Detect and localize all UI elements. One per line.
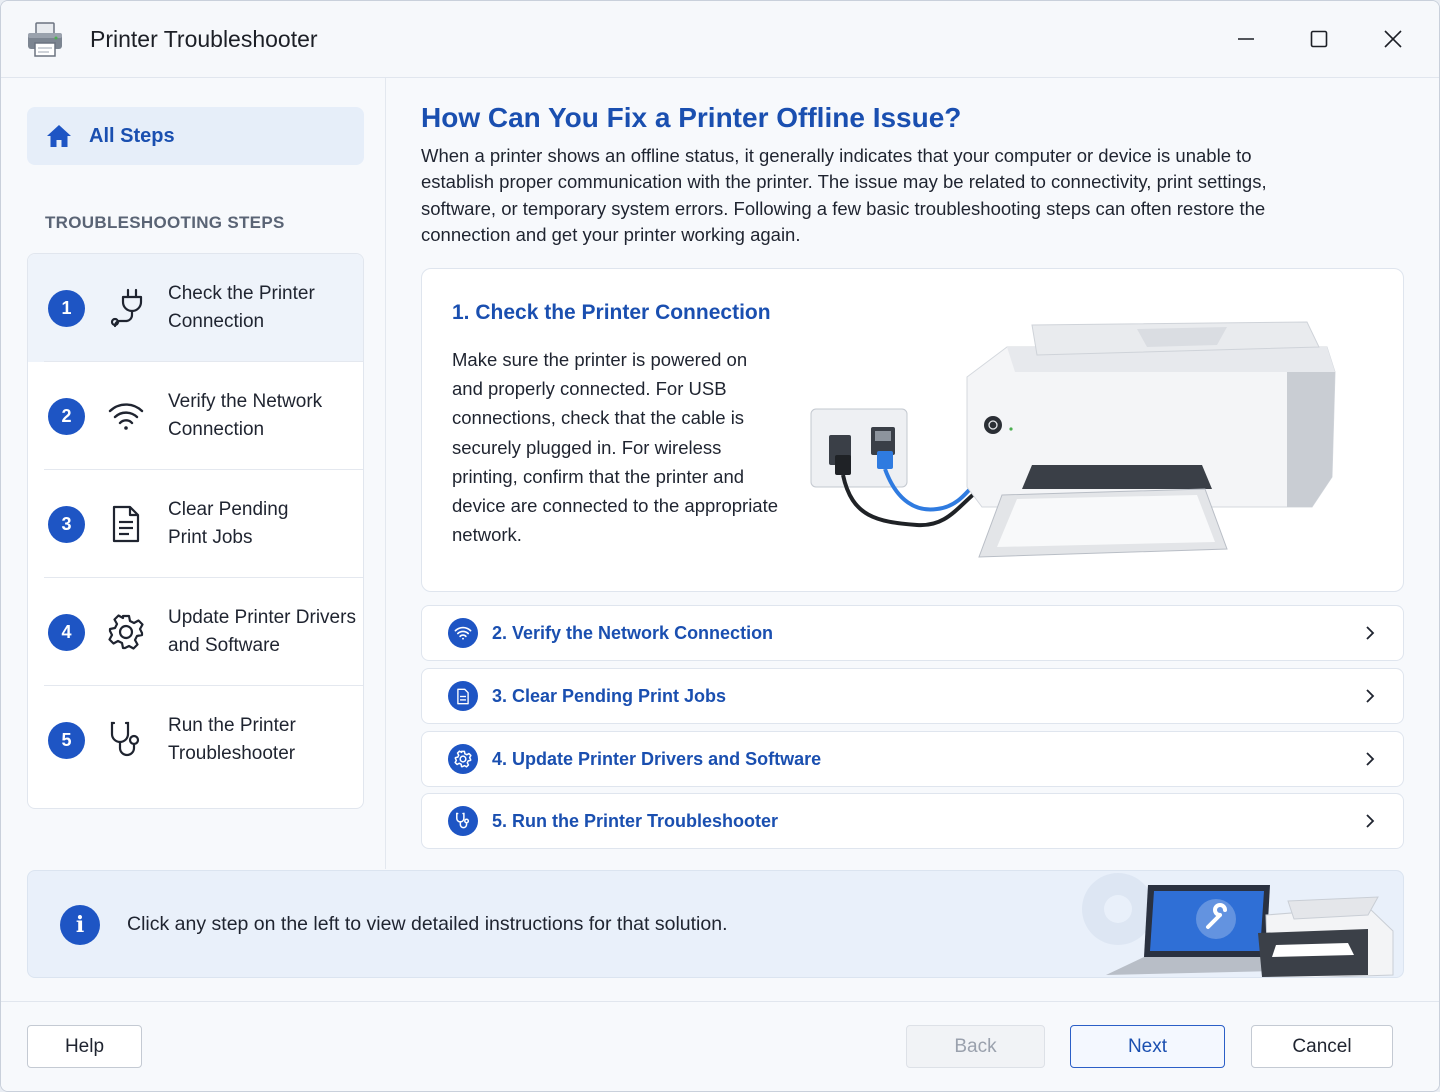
- chevron-right-icon: [1366, 689, 1375, 703]
- all-steps-label: All Steps: [89, 124, 175, 147]
- wifi-icon: [448, 618, 478, 648]
- detail-title: 1. Check the Printer Connection: [452, 301, 771, 324]
- accordion-step-2[interactable]: 2. Verify the Network Connection: [421, 605, 1404, 661]
- step-number: 4: [48, 613, 85, 651]
- all-steps-button[interactable]: All Steps: [27, 107, 364, 165]
- document-icon: [448, 681, 478, 711]
- main-content: How Can You Fix a Printer Offline Issue?…: [387, 78, 1439, 869]
- printer-icon: [25, 21, 65, 59]
- step-number: 2: [48, 397, 85, 435]
- sidebar-step-3[interactable]: 3 Clear Pending Print Jobs: [28, 470, 363, 578]
- accordion-step-4[interactable]: 4. Update Printer Drivers and Software: [421, 731, 1404, 787]
- accordion-label: 4. Update Printer Drivers and Software: [492, 748, 822, 769]
- sidebar-step-4[interactable]: 4 Update Printer Drivers and Software: [28, 578, 363, 686]
- back-button[interactable]: Back: [906, 1025, 1045, 1068]
- step-label: Check the Printer Connection: [168, 283, 315, 332]
- maximize-icon: [1310, 30, 1328, 48]
- accordion-label: 2. Verify the Network Connection: [492, 622, 774, 643]
- document-icon: [106, 504, 146, 544]
- info-text: Click any step on the left to view detai…: [127, 913, 728, 935]
- title-bar: Printer Troubleshooter: [1, 1, 1439, 78]
- step-number: 5: [48, 721, 85, 759]
- sidebar-step-1[interactable]: 1 Check the Printer Connection: [28, 254, 363, 362]
- accordion-step-3[interactable]: 3. Clear Pending Print Jobs: [421, 668, 1404, 724]
- cancel-button[interactable]: Cancel: [1251, 1025, 1393, 1068]
- close-icon: [1384, 30, 1402, 48]
- chevron-right-icon: [1366, 814, 1375, 828]
- accordion-step-5[interactable]: 5. Run the Printer Troubleshooter: [421, 793, 1404, 849]
- window-title: Printer Troubleshooter: [90, 26, 318, 52]
- sidebar-step-5[interactable]: 5 Run the Printer Troubleshooter: [28, 686, 363, 794]
- accordion-label: 3. Clear Pending Print Jobs: [492, 685, 727, 706]
- step-label: Update Printer Drivers and Software: [168, 607, 356, 656]
- step-detail-card: 1. Check the Printer Connection Make sur…: [421, 268, 1404, 592]
- sidebar: All Steps TROUBLESHOOTING STEPS 1 Check …: [1, 78, 386, 869]
- intro-text: When a printer shows an offline status, …: [421, 145, 1267, 245]
- step-number: 3: [48, 505, 85, 543]
- steps-list: 1 Check the Printer Connection 2 Verify …: [27, 253, 364, 809]
- gear-icon: [448, 744, 478, 774]
- footer: Help Back Next Cancel: [1, 1001, 1439, 1091]
- info-banner: i Click any step on the left to view det…: [27, 870, 1404, 978]
- chevron-right-icon: [1366, 752, 1375, 766]
- accordion-label: 5. Run the Printer Troubleshooter: [492, 810, 779, 831]
- step-label: Clear Pending Print Jobs: [168, 499, 289, 548]
- sidebar-step-2[interactable]: 2 Verify the Network Connection: [28, 362, 363, 470]
- laptop-printer-illustration: [1082, 873, 1394, 977]
- minimize-icon: [1238, 38, 1254, 40]
- printer-connection-illustration: [810, 321, 1336, 558]
- info-icon: i: [60, 905, 100, 945]
- step-label: Verify the Network Connection: [168, 391, 323, 440]
- troubleshooter-window: Printer Troubleshooter All Steps TROUBLE…: [0, 0, 1440, 1092]
- step-label: Run the Printer Troubleshooter: [168, 715, 296, 764]
- maximize-button[interactable]: [1299, 21, 1339, 57]
- section-label: TROUBLESHOOTING STEPS: [45, 213, 285, 232]
- minimize-button[interactable]: [1226, 21, 1266, 57]
- page-title: How Can You Fix a Printer Offline Issue?: [421, 102, 962, 133]
- step-number: 1: [48, 289, 85, 327]
- gear-icon: [106, 612, 146, 652]
- chevron-right-icon: [1366, 626, 1375, 640]
- stethoscope-icon: [448, 806, 478, 836]
- home-icon: [47, 125, 71, 147]
- stethoscope-icon: [106, 720, 146, 760]
- close-button[interactable]: [1373, 21, 1413, 57]
- next-button[interactable]: Next: [1070, 1025, 1225, 1068]
- detail-body: Make sure the printer is powered on and …: [452, 349, 779, 546]
- wifi-icon: [106, 396, 146, 436]
- help-button[interactable]: Help: [27, 1025, 142, 1068]
- plug-icon: [106, 288, 146, 328]
